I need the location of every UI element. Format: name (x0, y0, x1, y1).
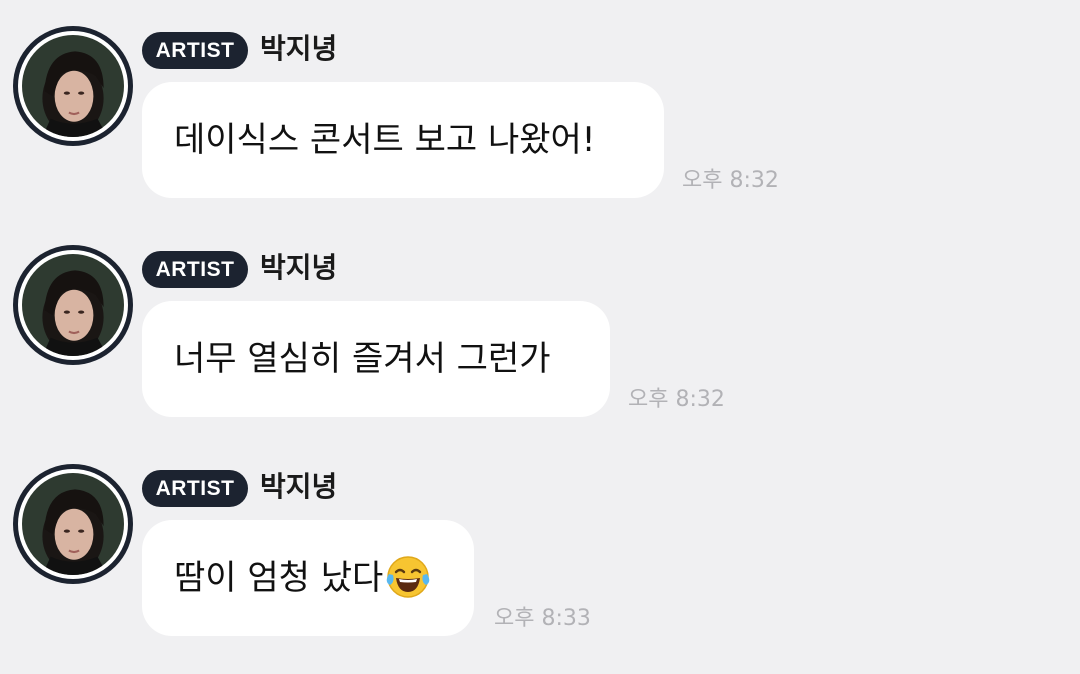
message-bubble[interactable]: 데이식스 콘서트 보고 나왔어! (142, 82, 664, 198)
artist-badge: ARTIST (142, 470, 248, 507)
avatar[interactable] (13, 26, 133, 146)
avatar-photo-icon (22, 473, 124, 575)
avatar[interactable] (13, 464, 133, 584)
message-time: 오후 8:32 (682, 168, 779, 193)
sender-name[interactable]: 박지녕 (260, 467, 337, 507)
avatar-photo-icon (22, 254, 124, 356)
sender-name[interactable]: 박지녕 (260, 29, 337, 69)
avatar-photo-icon (22, 35, 124, 137)
message-text: 땀이 엄청 났다 (174, 558, 384, 598)
artist-badge: ARTIST (142, 32, 248, 69)
sender-name[interactable]: 박지녕 (260, 248, 337, 288)
message-text: 너무 열심히 즐겨서 그런가 (174, 339, 551, 379)
message-bubble[interactable]: 땀이 엄청 났다 (142, 520, 474, 636)
chat-message: ARTIST 박지녕 너무 열심히 즐겨서 그런가 오후 8:32 (0, 245, 1080, 455)
avatar[interactable] (13, 245, 133, 365)
message-bubble[interactable]: 너무 열심히 즐겨서 그런가 (142, 301, 610, 417)
face-with-tears-of-joy-icon (387, 555, 430, 598)
message-text: 데이식스 콘서트 보고 나왔어! (174, 120, 596, 160)
chat-message: ARTIST 박지녕 땀이 엄청 났다 오후 8:33 (0, 464, 1080, 674)
message-time: 오후 8:32 (628, 387, 725, 412)
artist-badge: ARTIST (142, 251, 248, 288)
chat-message: ARTIST 박지녕 데이식스 콘서트 보고 나왔어! 오후 8:32 (0, 26, 1080, 236)
message-time: 오후 8:33 (494, 606, 591, 631)
